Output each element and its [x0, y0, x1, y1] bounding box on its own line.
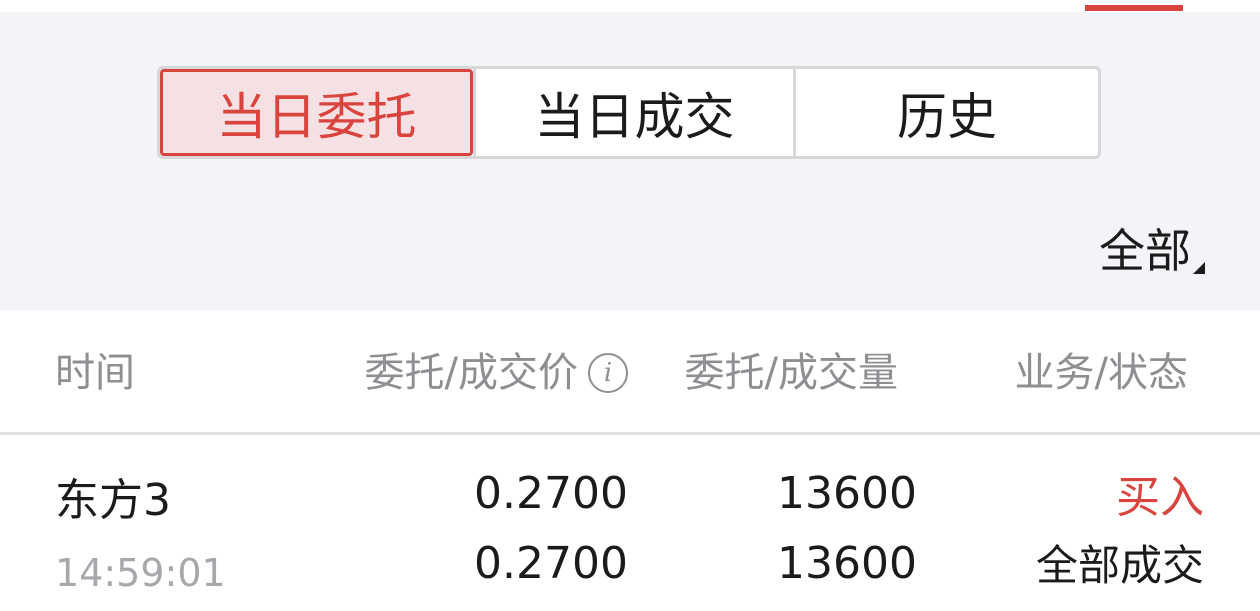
- tab-today-orders[interactable]: 当日委托: [160, 69, 473, 156]
- tab-history[interactable]: 历史: [793, 69, 1098, 156]
- caret-down-icon: [1193, 262, 1205, 274]
- order-volume: 13600: [777, 468, 917, 519]
- column-header-price-label: 委托/成交价: [364, 350, 578, 396]
- column-header-time: 时间: [55, 350, 135, 396]
- order-time: 14:59:01: [55, 551, 226, 595]
- order-row[interactable]: 东方3 14:59:01 0.2700 0.2700 13600 13600 买…: [0, 438, 1260, 611]
- top-strip: [0, 0, 1260, 12]
- filter-dropdown[interactable]: 全部: [1099, 226, 1205, 276]
- tab-today-deals[interactable]: 当日成交: [473, 69, 793, 156]
- tab-indicator: [1085, 5, 1183, 11]
- info-icon[interactable]: i: [588, 353, 628, 393]
- order-price: 0.2700: [474, 468, 628, 519]
- trade-side: 买入: [1116, 472, 1204, 523]
- filter-dropdown-label: 全部: [1099, 224, 1191, 278]
- security-name: 东方3: [55, 475, 171, 526]
- deal-price: 0.2700: [474, 538, 628, 589]
- order-status: 全部成交: [1035, 541, 1204, 590]
- deal-volume: 13600: [777, 538, 917, 589]
- filter-area: 当日委托 当日成交 历史 全部: [0, 12, 1260, 310]
- table-header: 时间 委托/成交价 i 委托/成交量 业务/状态: [0, 310, 1260, 435]
- column-header-status: 业务/状态: [1014, 350, 1188, 396]
- column-header-volume: 委托/成交量: [684, 350, 898, 396]
- column-header-price: 委托/成交价 i: [365, 348, 628, 398]
- segmented-control: 当日委托 当日成交 历史: [157, 66, 1101, 159]
